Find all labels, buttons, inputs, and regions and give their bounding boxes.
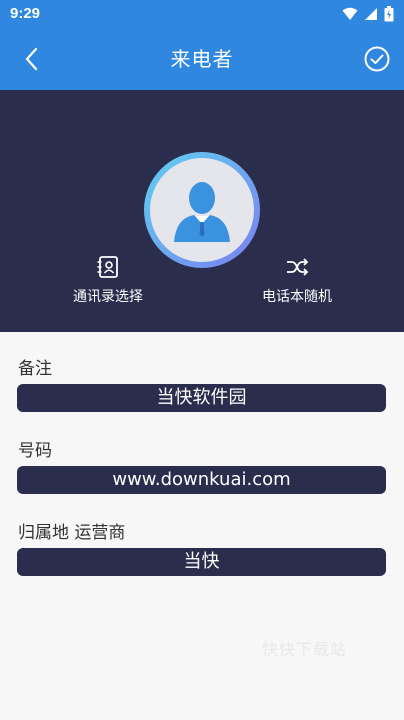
location-field[interactable]: 当快 [17,548,386,576]
note-field[interactable]: 当快软件园 [17,384,386,412]
battery-icon [384,6,394,22]
check-circle-icon [364,46,390,72]
avatar[interactable] [144,152,260,268]
person-icon [174,182,230,242]
caller-header: 通讯录选择 电话本随机 [0,90,404,332]
screen: 9:29 来电者 通讯录选择 电话本随机 备注 当快软件园 号码 www.dow… [0,0,404,720]
number-label: 号码 [18,441,52,461]
signal-icon [365,8,377,20]
wifi-icon [342,7,358,20]
status-time: 9:29 [10,5,41,22]
random-contact-label: 电话本随机 [262,289,332,305]
watermark: 快快下载站 [262,640,348,659]
app-bar: 来电者 [0,28,404,90]
status-icons [342,6,394,22]
number-field[interactable]: www.downkuai.com [17,466,386,494]
location-label: 归属地 运营商 [18,523,126,543]
contacts-select-label: 通讯录选择 [73,289,143,305]
contacts-select-button[interactable]: 通讯录选择 [43,254,173,306]
note-label: 备注 [18,359,52,379]
status-bar: 9:29 [0,0,404,28]
random-contact-button[interactable]: 电话本随机 [232,254,362,306]
avatar-image [150,158,254,262]
page-title: 来电者 [170,47,234,71]
contact-book-icon [97,256,118,278]
shuffle-icon [287,258,309,276]
confirm-button[interactable] [362,44,392,74]
